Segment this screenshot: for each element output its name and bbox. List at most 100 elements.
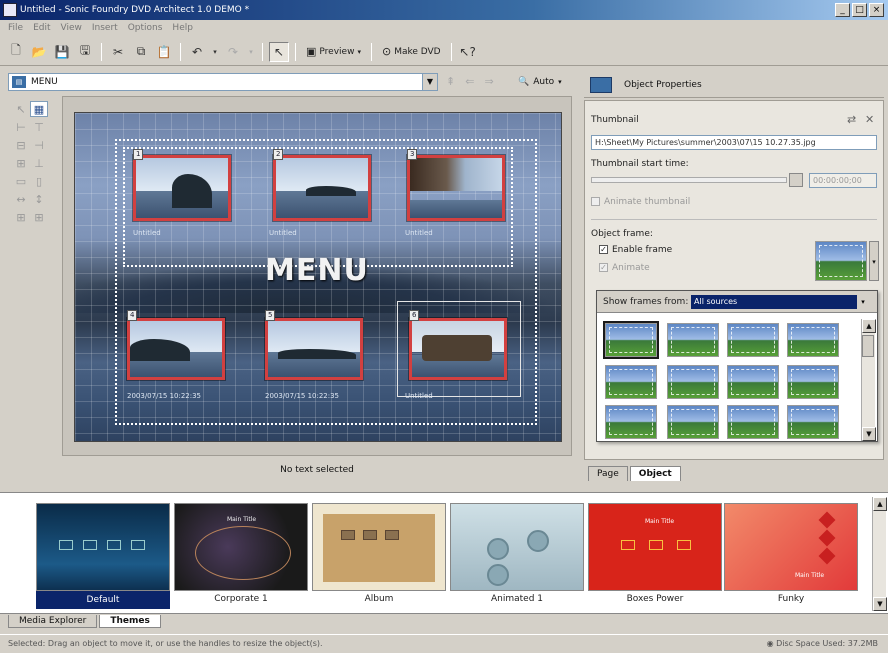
frame-option[interactable] (727, 365, 779, 399)
space-vertical-icon[interactable]: ▯ (30, 173, 48, 189)
center-v-icon[interactable]: ⊞ (30, 209, 48, 225)
menu-canvas[interactable]: 1 2 3 4 5 6 Untitled Untitled Untitled 2… (74, 112, 562, 442)
up-level-icon[interactable]: ⇞ (446, 73, 455, 91)
align-middle-icon[interactable]: ⊞ (12, 155, 30, 171)
menu-help[interactable]: Help (172, 20, 193, 37)
button-caption[interactable]: 2003/07/15 10:22:35 (127, 392, 201, 400)
forward-icon[interactable]: ⇒ (484, 73, 493, 91)
cut-icon[interactable]: ✂ (108, 42, 128, 62)
zoom-control[interactable]: 🔍 Auto ▾ (518, 73, 562, 91)
tab-page[interactable]: Page (588, 466, 628, 481)
browse-icon[interactable]: ⇄ (847, 113, 856, 126)
scroll-up-icon[interactable]: ▲ (873, 497, 887, 511)
tab-object[interactable]: Object (629, 466, 681, 481)
theme-corporate-1[interactable]: Main Title Corporate 1 (174, 503, 308, 611)
menu-file[interactable]: File (8, 20, 23, 37)
button-caption[interactable]: 2003/07/15 10:22:35 (265, 392, 339, 400)
menu-view[interactable]: View (61, 20, 82, 37)
frame-option[interactable] (727, 323, 779, 357)
scroll-thumb[interactable] (862, 335, 874, 357)
frame-option[interactable] (605, 365, 657, 399)
align-right-icon[interactable]: ⊣ (30, 137, 48, 153)
help-pointer-icon[interactable]: ↖? (458, 42, 478, 62)
grid-icon[interactable]: ▦ (30, 101, 48, 117)
back-icon[interactable]: ⇐ (465, 73, 474, 91)
frame-option[interactable] (727, 405, 779, 439)
frame-option[interactable] (787, 365, 839, 399)
scroll-down-icon[interactable]: ▼ (873, 597, 887, 611)
scroll-up-icon[interactable]: ▲ (862, 319, 876, 333)
current-frame-preview[interactable] (815, 241, 867, 281)
theme-animated-1[interactable]: Animated 1 (450, 503, 584, 611)
save-as-icon[interactable]: 🖫 (75, 42, 95, 62)
button-caption[interactable]: Untitled (133, 229, 161, 237)
align-left-icon[interactable]: ⊢ (12, 119, 30, 135)
same-width-icon[interactable]: ↔ (12, 191, 30, 207)
menu-button-thumbnail[interactable] (273, 155, 371, 221)
chevron-down-icon[interactable]: ▼ (422, 74, 437, 90)
frame-option[interactable] (605, 405, 657, 439)
slider-thumb[interactable] (789, 173, 803, 187)
menu-button-thumbnail[interactable] (407, 155, 505, 221)
frame-option[interactable] (787, 405, 839, 439)
space-horizontal-icon[interactable]: ▭ (12, 173, 30, 189)
align-top-icon[interactable]: ⊤ (30, 119, 48, 135)
thumbnail-path-field[interactable]: H:\Sheet\My Pictures\summer\2003\07\15 1… (591, 135, 877, 150)
pointer-icon[interactable]: ↖ (12, 101, 30, 117)
menu-button-thumbnail[interactable] (265, 318, 363, 380)
open-icon[interactable]: 📂 (29, 42, 49, 62)
theme-funky[interactable]: Main Title Funky (724, 503, 858, 611)
center-h-icon[interactable]: ⊞ (12, 209, 30, 225)
preview-button[interactable]: ▣ Preview ▾ (302, 42, 365, 62)
undo-icon[interactable]: ↶ (187, 42, 207, 62)
chevron-down-icon[interactable]: ▾ (869, 241, 879, 281)
menu-options[interactable]: Options (128, 20, 163, 37)
align-center-icon[interactable]: ⊟ (12, 137, 30, 153)
frame-option[interactable] (787, 323, 839, 357)
menu-button-thumbnail[interactable] (133, 155, 231, 221)
animate-frame-checkbox[interactable]: ✓ Animate (599, 263, 650, 273)
menu-button-thumbnail[interactable] (127, 318, 225, 380)
copy-icon[interactable]: ⧉ (131, 42, 151, 62)
frames-scrollbar[interactable]: ▲ ▼ (861, 319, 876, 441)
menu-insert[interactable]: Insert (92, 20, 118, 37)
start-time-field[interactable]: 00:00:00;00 (809, 173, 877, 188)
same-height-icon[interactable]: ↕ (30, 191, 48, 207)
enable-frame-checkbox[interactable]: ✓ Enable frame (599, 245, 672, 255)
clear-icon[interactable]: ✕ (865, 113, 874, 126)
redo-dropdown-icon[interactable]: ▾ (246, 42, 256, 62)
frame-option[interactable] (667, 405, 719, 439)
scroll-down-icon[interactable]: ▼ (862, 427, 876, 441)
button-caption[interactable]: Untitled (405, 392, 433, 400)
tab-themes[interactable]: Themes (99, 615, 161, 628)
animate-thumbnail-checkbox[interactable]: Animate thumbnail (591, 197, 690, 207)
save-icon[interactable]: 💾 (52, 42, 72, 62)
maximize-icon[interactable]: □ (852, 3, 867, 17)
title-bar: Untitled - Sonic Foundry DVD Architect 1… (0, 0, 888, 20)
menu-selector-combo[interactable]: ▤ MENU ▼ (8, 73, 438, 91)
theme-album[interactable]: Album (312, 503, 446, 611)
redo-icon[interactable]: ↷ (223, 42, 243, 62)
menu-edit[interactable]: Edit (33, 20, 50, 37)
frame-option[interactable] (603, 321, 659, 359)
make-dvd-button[interactable]: ⊙ Make DVD (378, 42, 445, 62)
align-bottom-icon[interactable]: ⊥ (30, 155, 48, 171)
themes-scrollbar[interactable]: ▲ ▼ (872, 497, 887, 611)
frame-option[interactable] (667, 365, 719, 399)
button-caption[interactable]: Untitled (405, 229, 433, 237)
tab-media-explorer[interactable]: Media Explorer (8, 615, 98, 628)
frame-option[interactable] (667, 323, 719, 357)
globe-shape (195, 526, 291, 580)
new-icon[interactable]: 🗋 (6, 42, 26, 62)
menu-title-text[interactable]: MENU (265, 253, 369, 288)
start-time-slider[interactable] (591, 177, 787, 183)
minimize-icon[interactable]: _ (835, 3, 850, 17)
button-caption[interactable]: Untitled (269, 229, 297, 237)
theme-boxes-power[interactable]: Main Title Boxes Power (588, 503, 722, 611)
close-icon[interactable]: × (869, 3, 884, 17)
undo-dropdown-icon[interactable]: ▾ (210, 42, 220, 62)
paste-icon[interactable]: 📋 (154, 42, 174, 62)
show-frames-select[interactable]: All sources ▾ (691, 295, 869, 309)
theme-default[interactable]: Default (36, 503, 170, 611)
pointer-tool-icon[interactable]: ↖ (269, 41, 289, 62)
